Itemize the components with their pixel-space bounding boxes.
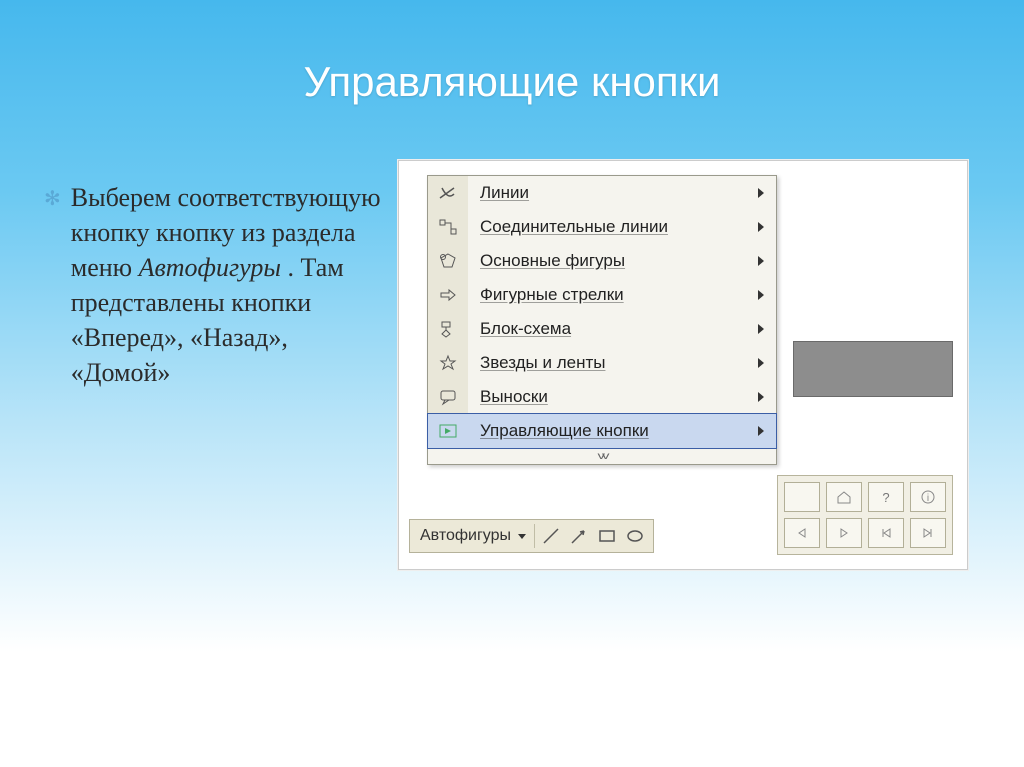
action-button-home[interactable] xyxy=(826,482,862,512)
chevron-right-icon xyxy=(758,324,764,334)
oval-tool-icon[interactable] xyxy=(621,523,649,549)
embedded-screenshot: Линии Соединительные линии Основные фигу… xyxy=(398,160,968,570)
chevron-right-icon xyxy=(758,256,764,266)
menu-item-stars[interactable]: Звезды и ленты xyxy=(428,346,776,380)
chevron-right-icon xyxy=(758,392,764,402)
action-button-help[interactable]: ? xyxy=(868,482,904,512)
action-buttons-palette: ? i xyxy=(777,475,953,555)
menu-label: Линии xyxy=(468,183,758,203)
menu-item-lines[interactable]: Линии xyxy=(428,176,776,210)
slide-thumbnail xyxy=(793,341,953,397)
body-text: ✻ Выберем соответствующую кнопку кнопку … xyxy=(0,160,395,391)
body-paragraph: Выберем соответствующую кнопку кнопку из… xyxy=(71,180,385,391)
drawing-toolbar: Автофигуры xyxy=(409,519,654,553)
flowchart-icon xyxy=(437,318,459,340)
callouts-icon xyxy=(437,386,459,408)
menu-item-callouts[interactable]: Выноски xyxy=(428,380,776,414)
action-button-back[interactable] xyxy=(784,518,820,548)
menu-label: Фигурные стрелки xyxy=(468,285,758,305)
body-italic: Автофигуры xyxy=(139,253,281,282)
slide: Управляющие кнопки ✻ Выберем соответству… xyxy=(0,0,1024,767)
menu-label: Выноски xyxy=(468,387,758,407)
action-button-forward[interactable] xyxy=(826,518,862,548)
action-button-info[interactable]: i xyxy=(910,482,946,512)
arrow-tool-icon[interactable] xyxy=(565,523,593,549)
action-button-start[interactable] xyxy=(868,518,904,548)
svg-text:i: i xyxy=(927,493,929,504)
chevron-down-icon: vv xyxy=(598,451,607,462)
menu-label: Соединительные линии xyxy=(468,217,758,237)
autoshapes-label: Автофигуры xyxy=(420,527,511,545)
menu-label: Блок-схема xyxy=(468,319,758,339)
stars-icon xyxy=(437,352,459,374)
line-tool-icon[interactable] xyxy=(537,523,565,549)
menu-label: Звезды и ленты xyxy=(468,353,758,373)
chevron-right-icon xyxy=(758,290,764,300)
caret-down-icon xyxy=(518,534,526,539)
menu-label: Управляющие кнопки xyxy=(468,421,758,441)
chevron-right-icon xyxy=(758,426,764,436)
rectangle-tool-icon[interactable] xyxy=(593,523,621,549)
block-arrows-icon xyxy=(437,284,459,306)
slide-title: Управляющие кнопки xyxy=(0,0,1024,106)
bullet-icon: ✻ xyxy=(44,186,61,213)
menu-item-block-arrows[interactable]: Фигурные стрелки xyxy=(428,278,776,312)
menu-item-connectors[interactable]: Соединительные линии xyxy=(428,210,776,244)
menu-expand[interactable]: vv xyxy=(428,448,776,464)
connectors-icon xyxy=(437,216,459,238)
autoshapes-menu: Линии Соединительные линии Основные фигу… xyxy=(427,175,777,465)
action-buttons-icon xyxy=(437,420,459,442)
menu-label: Основные фигуры xyxy=(468,251,758,271)
chevron-right-icon xyxy=(758,188,764,198)
chevron-right-icon xyxy=(758,222,764,232)
chevron-right-icon xyxy=(758,358,764,368)
separator xyxy=(534,524,535,548)
autoshapes-dropdown[interactable]: Автофигуры xyxy=(414,525,532,547)
menu-item-basic-shapes[interactable]: Основные фигуры xyxy=(428,244,776,278)
basic-shapes-icon xyxy=(437,250,459,272)
menu-item-flowchart[interactable]: Блок-схема xyxy=(428,312,776,346)
lines-icon xyxy=(437,182,459,204)
action-button-blank[interactable] xyxy=(784,482,820,512)
menu-item-action-buttons[interactable]: Управляющие кнопки xyxy=(427,413,777,449)
action-button-end[interactable] xyxy=(910,518,946,548)
